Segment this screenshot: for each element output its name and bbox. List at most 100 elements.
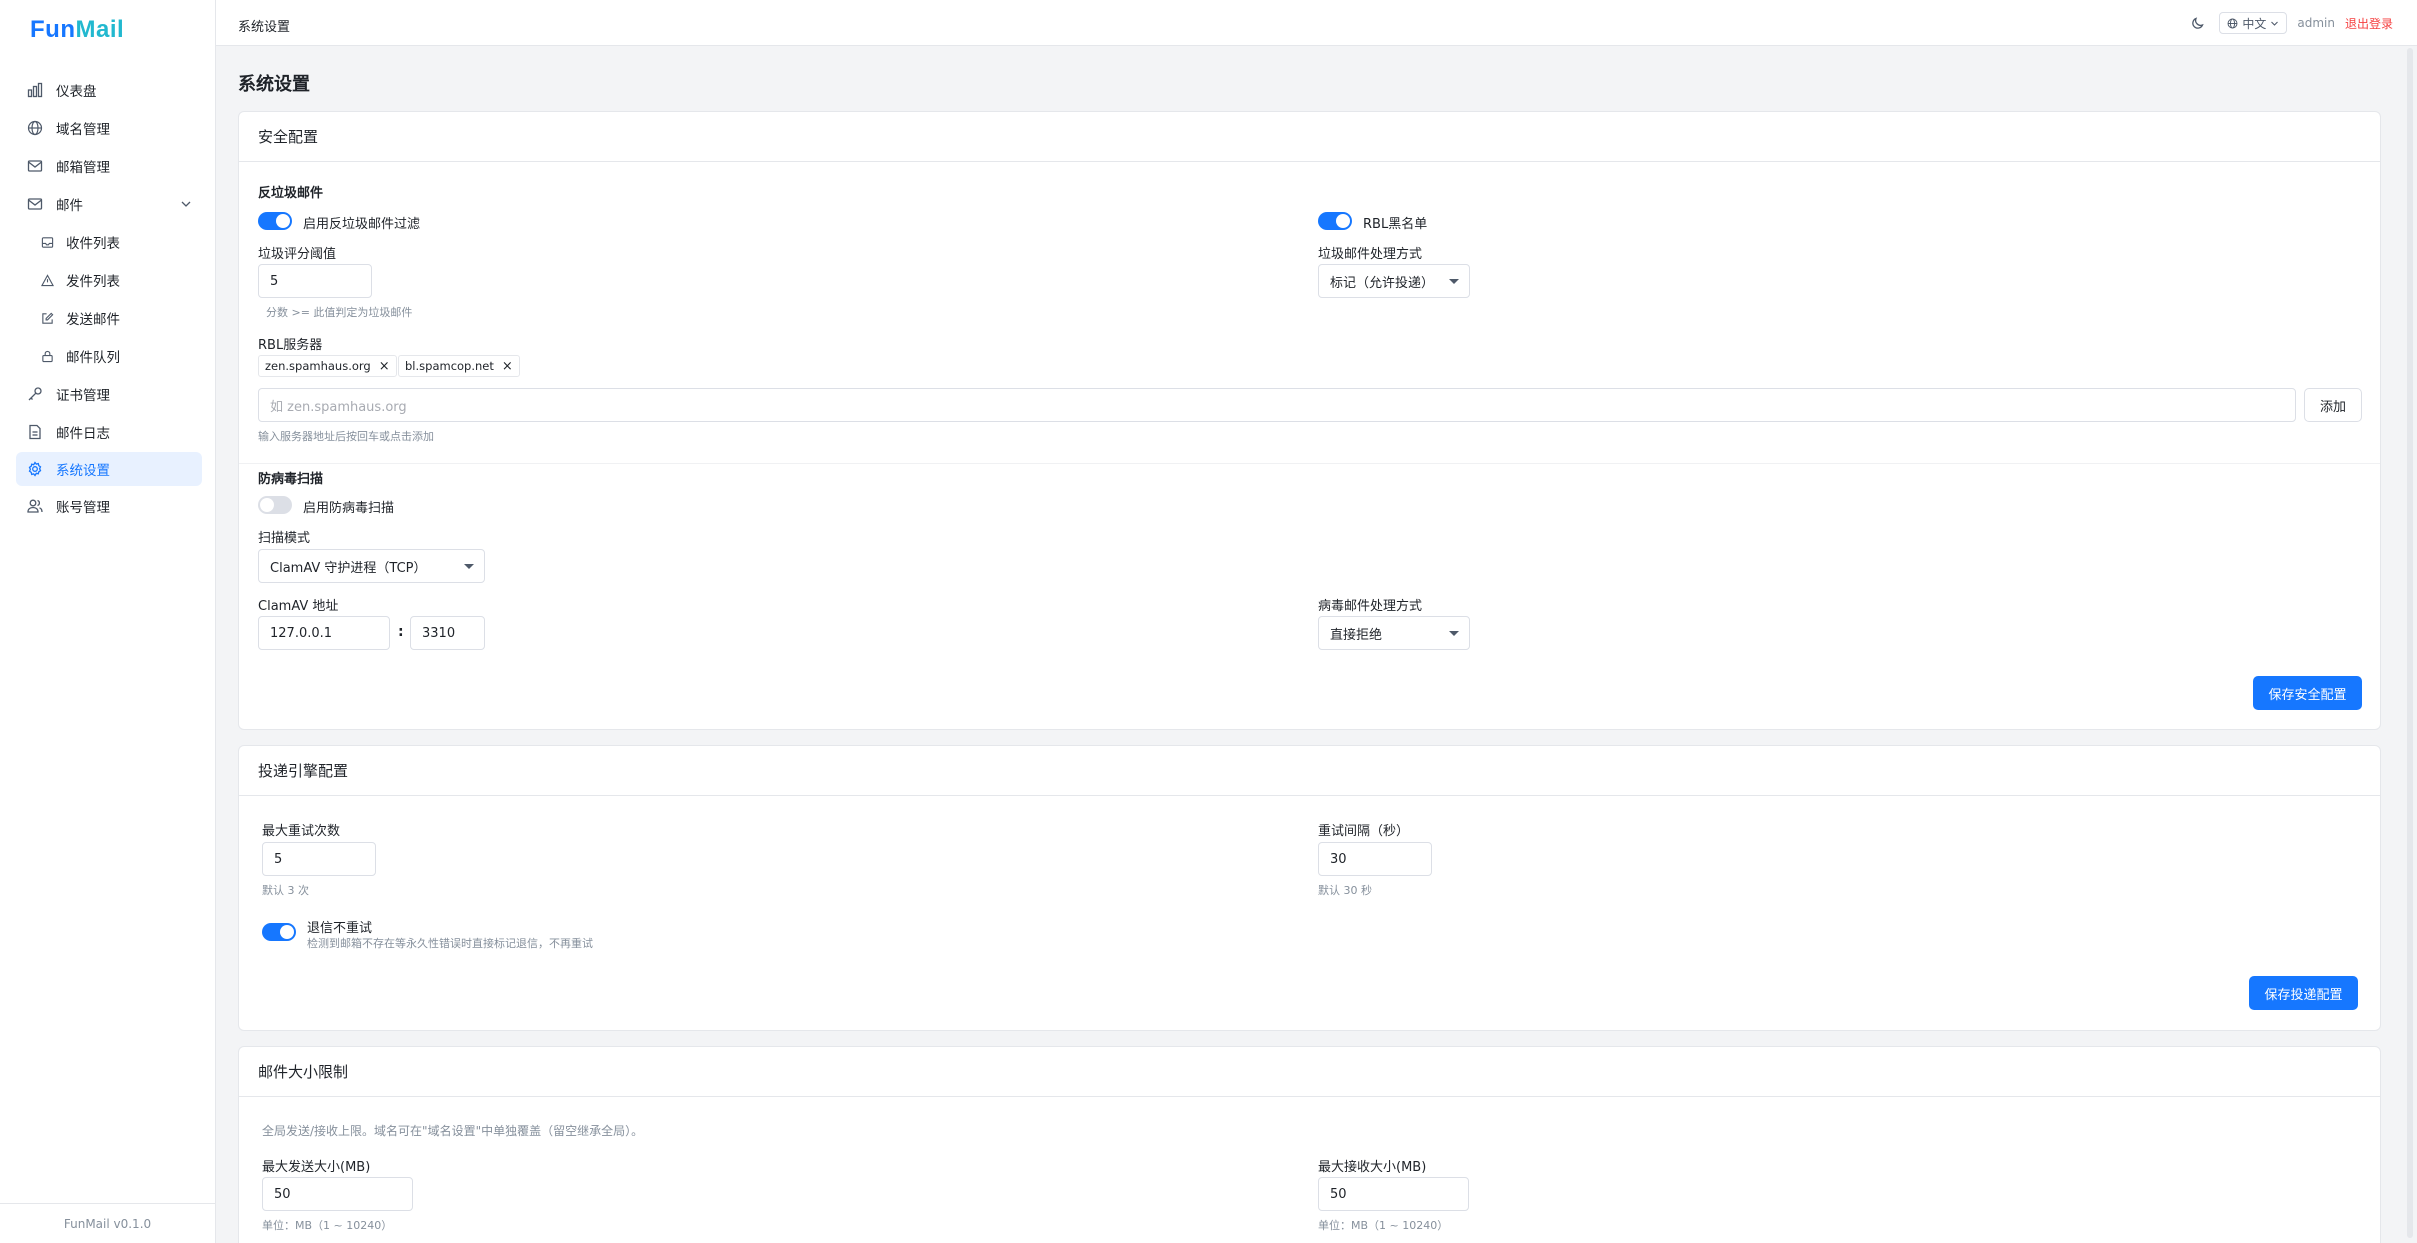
retry-interval-input[interactable]: 30 xyxy=(1318,842,1432,876)
app-logo[interactable]: FunMail xyxy=(30,16,124,44)
spam-threshold-hint: 分数 >= 此值判定为垃圾邮件 xyxy=(266,306,413,319)
add-rbl-button[interactable]: 添加 xyxy=(2304,388,2362,422)
sidebar-item-queue[interactable]: 邮件队列 xyxy=(16,339,202,373)
bounce-no-retry-toggle[interactable] xyxy=(262,923,296,941)
size-limit-card: 邮件大小限制 全局发送/接收上限。域名可在"域名设置"中单独覆盖（留空继承全局）… xyxy=(238,1046,2381,1243)
max-send-input[interactable]: 50 xyxy=(262,1177,413,1211)
rbl-hint: 输入服务器地址后按回车或点击添加 xyxy=(258,430,434,443)
send-icon xyxy=(40,273,54,287)
rbl-server-tag: bl.spamcop.net × xyxy=(398,355,520,377)
language-label: 中文 xyxy=(2242,16,2267,31)
mail-icon xyxy=(26,195,44,213)
sidebar-item-accounts[interactable]: 账号管理 xyxy=(16,489,202,523)
moon-icon[interactable] xyxy=(2191,16,2205,30)
retry-interval-hint: 默认 30 秒 xyxy=(1318,884,1372,897)
globe-icon xyxy=(26,119,44,137)
spam-threshold-label: 垃圾评分阈值 xyxy=(258,247,337,262)
host-port-separator: : xyxy=(398,624,404,640)
card-title: 邮件大小限制 xyxy=(239,1047,2380,1097)
sidebar-item-mailboxes[interactable]: 邮箱管理 xyxy=(16,149,202,183)
max-retry-hint: 默认 3 次 xyxy=(262,884,309,897)
max-recv-label: 最大接收大小(MB) xyxy=(1318,1160,1427,1175)
logout-link[interactable]: 退出登录 xyxy=(2345,15,2393,32)
max-recv-hint: 单位：MB（1 ~ 10240） xyxy=(1318,1219,1449,1232)
rbl-toggle-label: RBL黑名单 xyxy=(1363,217,1428,232)
rbl-servers-label: RBL服务器 xyxy=(258,338,323,353)
rbl-server-tag: zen.spamhaus.org × xyxy=(258,355,397,377)
language-select[interactable]: 中文 xyxy=(2219,12,2288,34)
max-send-label: 最大发送大小(MB) xyxy=(262,1160,371,1175)
lock-icon xyxy=(40,349,54,363)
save-security-button[interactable]: 保存安全配置 xyxy=(2253,676,2362,710)
sidebar: FunMail 仪表盘 域名管理 邮箱管理 邮件 收件列表 发件列表 发送邮件 … xyxy=(0,0,216,1243)
sidebar-item-label: 邮件日志 xyxy=(56,426,110,442)
virus-action-select[interactable]: 直接拒绝 xyxy=(1318,616,1470,650)
page-scrollbar[interactable] xyxy=(2407,48,2413,1238)
antivirus-toggle-label: 启用防病毒扫描 xyxy=(303,501,395,516)
bounce-no-retry-label: 退信不重试 xyxy=(307,921,373,936)
current-user: admin xyxy=(2297,16,2335,30)
top-header: 系统设置 中文 admin 退出登录 xyxy=(216,0,2417,46)
sidebar-item-inbox[interactable]: 收件列表 xyxy=(16,225,202,259)
caret-down-icon xyxy=(1449,631,1459,636)
sidebar-item-compose[interactable]: 发送邮件 xyxy=(16,301,202,335)
clamav-host-input[interactable]: 127.0.0.1 xyxy=(258,616,390,650)
rbl-toggle[interactable] xyxy=(1318,212,1352,230)
rbl-server-value: bl.spamcop.net xyxy=(405,359,494,373)
bar-chart-icon xyxy=(26,81,44,99)
clamav-port-input[interactable]: 3310 xyxy=(410,616,485,650)
app-version: FunMail v0.1.0 xyxy=(0,1203,215,1243)
retry-interval-label: 重试间隔（秒） xyxy=(1318,824,1410,839)
max-retry-input[interactable]: 5 xyxy=(262,842,376,876)
card-title: 安全配置 xyxy=(239,112,2380,162)
sidebar-item-settings[interactable]: 系统设置 xyxy=(16,452,202,486)
rbl-server-input[interactable]: 如 zen.spamhaus.org xyxy=(258,388,2296,422)
chevron-down-icon xyxy=(180,198,192,214)
sidebar-item-label: 域名管理 xyxy=(56,122,110,138)
sidebar-item-label: 系统设置 xyxy=(56,463,110,479)
globe-icon xyxy=(2227,18,2238,29)
page-title: 系统设置 xyxy=(238,74,310,95)
antispam-section-title: 反垃圾邮件 xyxy=(258,186,324,201)
antispam-toggle-label: 启用反垃圾邮件过滤 xyxy=(303,217,421,232)
virus-action-label: 病毒邮件处理方式 xyxy=(1318,599,1423,614)
sidebar-item-label: 仪表盘 xyxy=(56,84,97,100)
antivirus-toggle[interactable] xyxy=(258,496,292,514)
spam-action-label: 垃圾邮件处理方式 xyxy=(1318,247,1423,262)
bounce-no-retry-hint: 检测到邮箱不存在等永久性错误时直接标记退信，不再重试 xyxy=(307,937,593,950)
sidebar-item-label: 邮箱管理 xyxy=(56,160,110,176)
chevron-down-icon xyxy=(2270,19,2279,28)
close-icon[interactable]: × xyxy=(502,359,513,374)
sidebar-item-logs[interactable]: 邮件日志 xyxy=(16,415,202,449)
sidebar-item-label: 发件列表 xyxy=(66,274,120,290)
sidebar-item-sent[interactable]: 发件列表 xyxy=(16,263,202,297)
save-delivery-button[interactable]: 保存投递配置 xyxy=(2249,976,2358,1010)
close-icon[interactable]: × xyxy=(379,359,390,374)
spam-action-select[interactable]: 标记（允许投递） xyxy=(1318,264,1470,298)
spam-action-value: 标记（允许投递） xyxy=(1330,275,1435,291)
scan-mode-value: ClamAV 守护进程（TCP） xyxy=(270,560,427,576)
sidebar-item-dashboard[interactable]: 仪表盘 xyxy=(16,73,202,107)
mail-icon xyxy=(26,157,44,175)
antispam-toggle[interactable] xyxy=(258,212,292,230)
scan-mode-select[interactable]: ClamAV 守护进程（TCP） xyxy=(258,549,485,583)
size-limit-description: 全局发送/接收上限。域名可在"域名设置"中单独覆盖（留空继承全局）。 xyxy=(262,1124,644,1138)
gear-icon xyxy=(26,460,44,478)
max-send-hint: 单位：MB（1 ~ 10240） xyxy=(262,1219,393,1232)
breadcrumb: 系统设置 xyxy=(238,20,291,35)
clamav-address-label: ClamAV 地址 xyxy=(258,599,339,614)
sidebar-item-label: 收件列表 xyxy=(66,236,120,252)
max-recv-input[interactable]: 50 xyxy=(1318,1177,1469,1211)
users-icon xyxy=(26,497,44,515)
caret-down-icon xyxy=(1449,279,1459,284)
sidebar-item-certs[interactable]: 证书管理 xyxy=(16,377,202,411)
scan-mode-label: 扫描模式 xyxy=(258,531,311,546)
sidebar-item-mail[interactable]: 邮件 xyxy=(16,187,202,221)
sidebar-item-label: 证书管理 xyxy=(56,388,110,404)
card-title: 投递引擎配置 xyxy=(239,746,2380,796)
sidebar-item-label: 邮件 xyxy=(56,198,83,214)
spam-threshold-input[interactable]: 5 xyxy=(258,264,372,298)
edit-icon xyxy=(40,311,54,325)
sidebar-item-domains[interactable]: 域名管理 xyxy=(16,111,202,145)
sidebar-item-label: 邮件队列 xyxy=(66,350,120,366)
